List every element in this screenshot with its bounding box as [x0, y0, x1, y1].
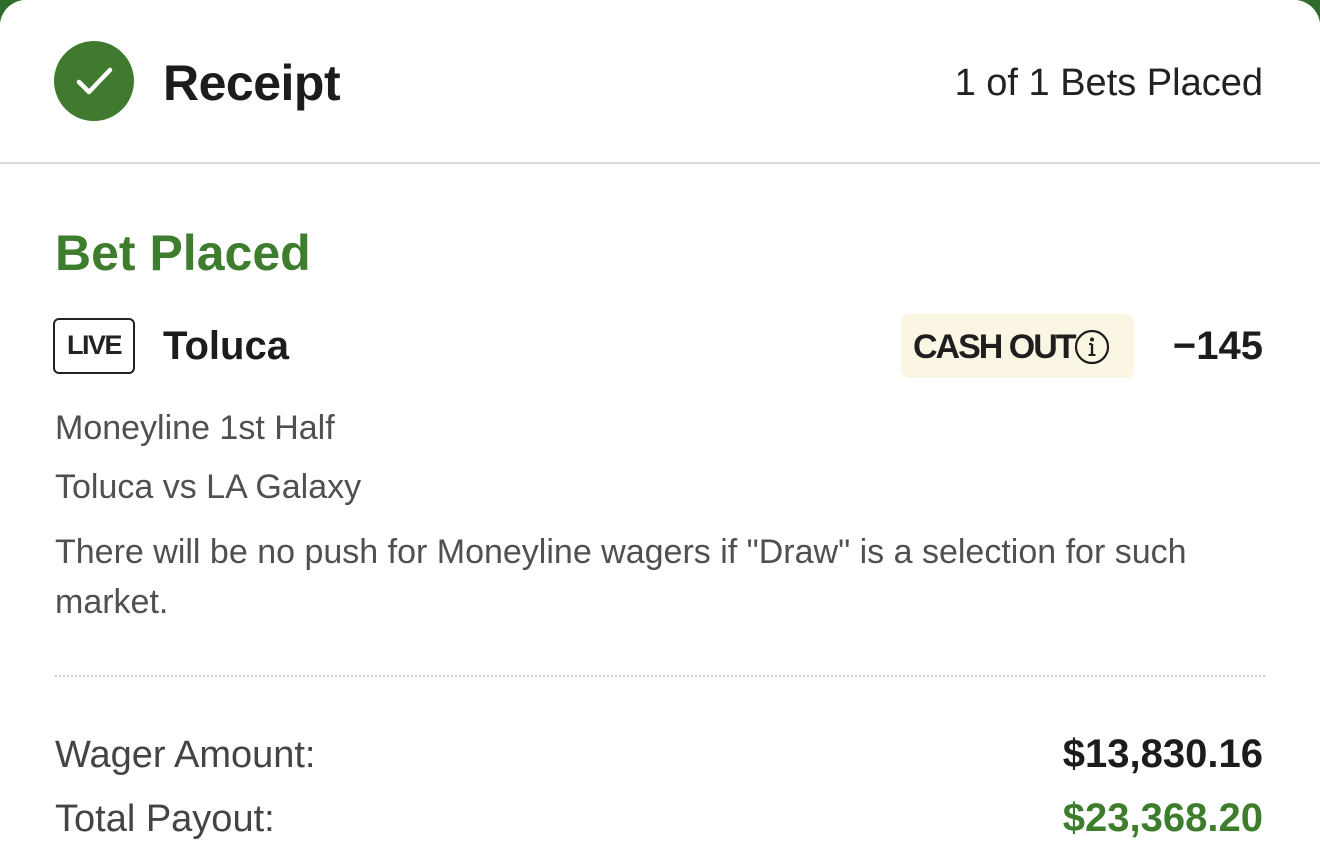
- bets-placed-count: 1 of 1 Bets Placed: [954, 62, 1263, 104]
- receipt-sheet: Receipt 1 of 1 Bets Placed Bet Placed LI…: [0, 0, 1320, 865]
- wager-amount-value: $13,830.16: [1062, 732, 1263, 776]
- page-title: Receipt: [163, 55, 341, 111]
- live-badge: LIVE: [53, 318, 135, 374]
- bet-status: Bet Placed: [55, 225, 311, 281]
- check-circle-icon: [54, 41, 134, 121]
- cash-out-button[interactable]: CASH OUT: [901, 314, 1134, 378]
- info-icon[interactable]: [1073, 328, 1111, 366]
- receipt-header: Receipt 1 of 1 Bets Placed: [0, 0, 1320, 164]
- total-payout-value: $23,368.20: [1062, 796, 1263, 840]
- bet-selection: Toluca: [163, 324, 289, 368]
- bet-rules-note: There will be no push for Moneyline wage…: [55, 533, 1187, 621]
- total-payout-label: Total Payout:: [55, 798, 275, 840]
- live-badge-label: LIVE: [66, 330, 123, 360]
- bet-odds: −145: [1172, 324, 1263, 368]
- dotted-divider: [55, 675, 1265, 677]
- bet-event: Toluca vs LA Galaxy: [55, 468, 362, 506]
- cash-out-label: CASH OUT: [913, 328, 1077, 366]
- bet-market: Moneyline 1st Half: [55, 409, 335, 447]
- wager-amount-label: Wager Amount:: [55, 734, 316, 776]
